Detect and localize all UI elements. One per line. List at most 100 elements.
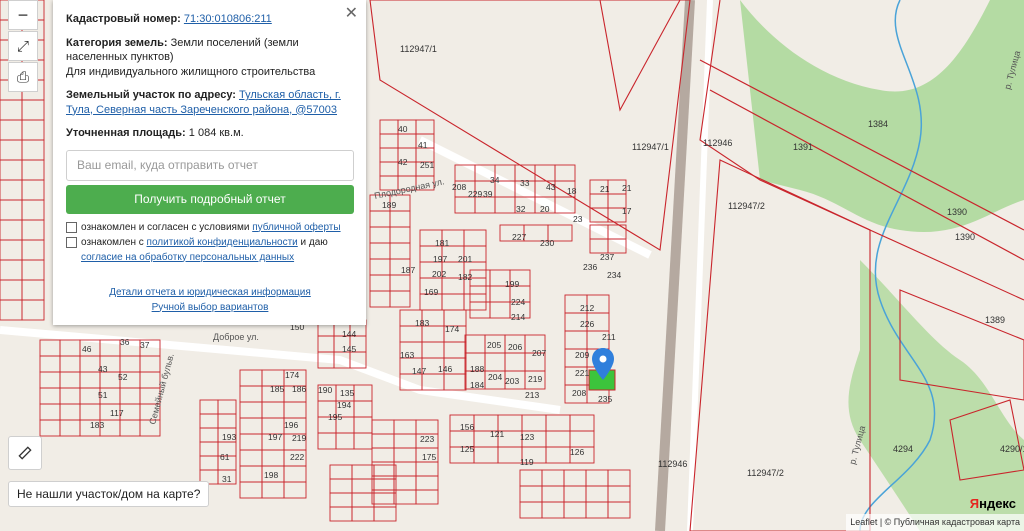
minus-icon: − <box>17 4 29 25</box>
offer-link[interactable]: публичной оферты <box>252 222 340 233</box>
printer-icon: ⎙ <box>16 68 29 86</box>
parcel-number: 209 <box>575 350 589 360</box>
cadastral-label: Кадастровый номер: <box>66 13 181 25</box>
lot-label: 112946 <box>703 138 732 148</box>
parcel-number: 147 <box>412 366 426 376</box>
parcel-number: 181 <box>435 238 449 248</box>
parcel-number: 198 <box>264 470 278 480</box>
expand-icon: ⤢ <box>16 37 29 55</box>
parcel-number: 174 <box>445 324 459 334</box>
offer-checkbox[interactable] <box>66 221 77 233</box>
area-value: 1 084 кв.м. <box>188 127 244 139</box>
category-label: Категория земель: <box>66 36 168 49</box>
parcel-info-panel: ✕ Кадастровый номер: 71:30:010806:211 Ка… <box>53 0 366 325</box>
lot-label: 4294 <box>893 444 913 454</box>
lot-label: 112947/1 <box>400 44 437 54</box>
parcel-number: 251 <box>420 160 434 170</box>
parcel-number: 205 <box>487 340 501 350</box>
parcel-number: 43 <box>546 182 556 192</box>
parcel-number: 195 <box>328 412 342 422</box>
parcel-number: 126 <box>570 447 584 457</box>
parcel-number: 23 <box>573 214 583 224</box>
parcel-number: 119 <box>520 457 534 467</box>
parcel-number: 163 <box>400 350 414 360</box>
parcel-number: 189 <box>382 200 396 210</box>
category-row: Категория земель: Земли поселений (земли… <box>66 36 354 80</box>
parcel-number: 21 <box>622 183 632 193</box>
parcel-number: 224 <box>511 297 525 307</box>
consent-link[interactable]: согласие на обработку персональных данны… <box>81 252 294 263</box>
parcel-number: 236 <box>583 262 597 272</box>
email-input[interactable]: Ваш email, куда отправить отчет <box>66 149 354 181</box>
panel-links: Детали отчета и юридическая информация Р… <box>66 285 354 315</box>
parcel-number: 188 <box>470 364 484 374</box>
parcel-number: 182 <box>458 272 472 282</box>
parcel-number: 121 <box>490 429 504 439</box>
parcel-number: 46 <box>82 344 92 354</box>
parcel-number: 214 <box>511 312 525 322</box>
offer-checkbox-row[interactable]: ознакомлен и согласен с условиями публич… <box>66 220 354 235</box>
parcel-number: 211 <box>602 332 616 342</box>
parcel-number: 34 <box>490 175 500 185</box>
privacy-link[interactable]: политикой конфиденциальности <box>147 237 298 248</box>
parcel-number: 223 <box>420 434 434 444</box>
lot-label: 112947/2 <box>728 201 765 211</box>
parcel-number: 202 <box>432 269 446 279</box>
lot-label: 112947/2 <box>747 468 784 478</box>
parcel-number: 208 <box>452 182 466 192</box>
ruler-button[interactable] <box>8 436 42 470</box>
area-row: Уточненная площадь: 1 084 кв.м. <box>66 126 354 141</box>
manual-choice-link[interactable]: Ручной выбор вариантов <box>152 302 269 313</box>
parcel-number: 17 <box>622 206 632 216</box>
category-use: Для индивидуального жилищного строительс… <box>66 65 316 78</box>
parcel-number: 146 <box>438 364 452 374</box>
lot-label: 1390 <box>955 232 975 242</box>
parcel-number: 206 <box>508 342 522 352</box>
parcel-number: 174 <box>285 370 299 380</box>
parcel-number: 234 <box>607 270 621 280</box>
parcel-number: 117 <box>110 408 124 418</box>
cadastral-number-link[interactable]: 71:30:010806:211 <box>184 13 272 25</box>
close-icon[interactable]: ✕ <box>345 6 358 22</box>
parcel-number: 51 <box>98 390 108 400</box>
fullscreen-button[interactable]: ⤢ <box>8 31 38 61</box>
parcel-number: 201 <box>458 254 472 264</box>
parcel-number: 184 <box>470 380 484 390</box>
parcel-number: 199 <box>505 279 519 289</box>
parcel-number: 237 <box>600 252 614 262</box>
parcel-number: 221 <box>575 368 589 378</box>
address-label: Земельный участок по адресу: <box>66 89 236 101</box>
lot-label: 1390 <box>947 207 967 217</box>
lot-label: 112946 <box>658 459 687 469</box>
lot-label: 1391 <box>793 142 813 152</box>
parcel-number: 135 <box>340 388 354 398</box>
zoom-out-button[interactable]: − <box>8 0 38 30</box>
parcel-number: 226 <box>580 319 594 329</box>
parcel-number: 186 <box>292 384 306 394</box>
parcel-number: 40 <box>398 124 408 134</box>
print-button[interactable]: ⎙ <box>8 62 38 92</box>
ruler-icon <box>18 446 32 460</box>
lot-label: 112947/1 <box>632 142 669 152</box>
parcel-number: 21 <box>600 184 610 194</box>
parcel-number: 20 <box>540 204 550 214</box>
parcel-number: 227 <box>512 232 526 242</box>
parcel-number: 187 <box>401 265 415 275</box>
lot-label: 1389 <box>985 315 1005 325</box>
get-report-button[interactable]: Получить подробный отчет <box>66 184 354 214</box>
parcel-number: 61 <box>220 452 230 462</box>
details-link[interactable]: Детали отчета и юридическая информация <box>109 287 311 298</box>
parcel-number: 197 <box>433 254 447 264</box>
parcel-number: 208 <box>572 388 586 398</box>
street-label: Доброе ул. <box>213 332 259 342</box>
parcel-number: 219 <box>292 433 306 443</box>
parcel-number: 204 <box>488 372 502 382</box>
not-found-button[interactable]: Не нашли участок/дом на карте? <box>8 481 210 507</box>
parcel-number: 123 <box>520 432 534 442</box>
parcel-number: 183 <box>90 420 104 430</box>
privacy-checkbox[interactable] <box>66 236 77 248</box>
parcel-number: 156 <box>460 422 474 432</box>
parcel-number: 31 <box>222 474 232 484</box>
privacy-text: ознакомлен с политикой конфиденциальност… <box>81 236 328 263</box>
privacy-checkbox-row[interactable]: ознакомлен с политикой конфиденциальност… <box>66 235 354 265</box>
